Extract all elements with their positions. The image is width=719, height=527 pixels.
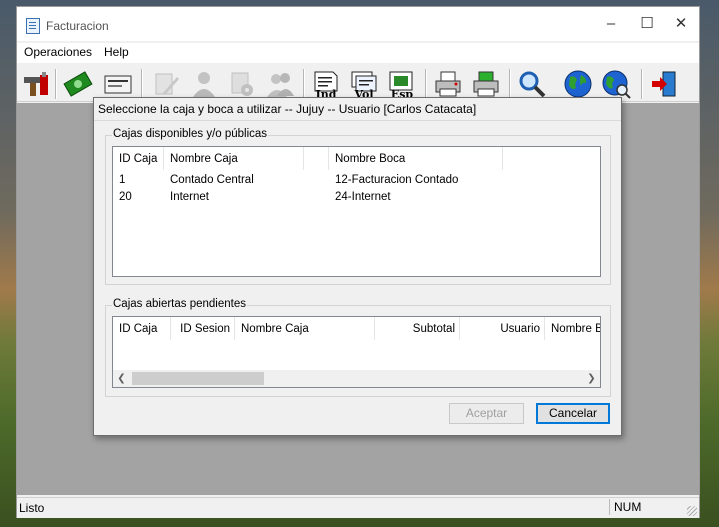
- toolbar-separator: [509, 69, 511, 99]
- scroll-left-icon[interactable]: ❮: [113, 370, 130, 387]
- table-row[interactable]: 1 Contado Central 12-Facturacion Contado: [113, 174, 600, 190]
- dialog-title: Seleccione la caja y boca a utilizar -- …: [98, 102, 477, 116]
- menu-bar: Operaciones Help: [17, 43, 699, 63]
- scroll-right-icon[interactable]: ❯: [583, 370, 600, 387]
- horizontal-scrollbar[interactable]: ❮ ❯: [113, 370, 600, 387]
- user-group-button[interactable]: [265, 69, 295, 99]
- pending-list-header: ID Caja ID Sesion Nombre Caja Subtotal U…: [113, 317, 600, 340]
- toolbar-separator: [641, 69, 643, 99]
- available-list-header: ID Caja Nombre Caja Nombre Boca: [113, 147, 600, 170]
- exit-icon: [652, 71, 676, 97]
- col-usuario[interactable]: Usuario: [460, 317, 545, 340]
- select-cash-dialog: Seleccione la caja y boca a utilizar -- …: [93, 97, 622, 436]
- tools-icon: [24, 72, 48, 96]
- cell-nombre-caja: Contado Central: [170, 174, 254, 186]
- user-button[interactable]: [189, 69, 219, 99]
- resize-grip[interactable]: [687, 506, 697, 516]
- dialog-title-separator: [94, 120, 621, 121]
- printer-icon: [435, 71, 461, 97]
- exit-button[interactable]: [649, 69, 679, 99]
- cell-nombre-boca: 24-Internet: [335, 191, 391, 203]
- globe-search-icon: [602, 70, 631, 99]
- invoice-ind-button[interactable]: Ind: [311, 69, 341, 101]
- print-green-button[interactable]: [471, 69, 501, 99]
- close-button[interactable]: ✕: [663, 13, 699, 37]
- doc-gear-icon: [231, 72, 253, 96]
- print-button[interactable]: [433, 69, 463, 99]
- invoice-vol-button[interactable]: Vol: [349, 69, 379, 101]
- menu-operaciones[interactable]: Operaciones: [24, 45, 92, 59]
- window-title: Facturacion: [46, 19, 109, 33]
- globe-search-button[interactable]: [601, 69, 631, 99]
- col-id-caja[interactable]: ID Caja: [113, 147, 164, 170]
- cell-id-caja: 20: [119, 191, 132, 203]
- globe-button[interactable]: [563, 69, 593, 99]
- toolbar-separator: [425, 69, 427, 99]
- printer-green-icon: [473, 71, 499, 97]
- money-button[interactable]: [63, 69, 93, 99]
- col-nombre-boca[interactable]: Nombre Boca: [329, 147, 503, 170]
- user-icon: [193, 72, 215, 97]
- num-lock-indicator: NUM: [609, 499, 662, 515]
- pending-group-label: Cajas abiertas pendientes: [112, 298, 247, 310]
- card-icon: [104, 75, 132, 94]
- pending-cash-list[interactable]: ID Caja ID Sesion Nombre Caja Subtotal U…: [112, 316, 601, 388]
- available-cash-list[interactable]: ID Caja Nombre Caja Nombre Boca 1 Contad…: [112, 146, 601, 277]
- card-button[interactable]: [103, 69, 133, 99]
- menu-help[interactable]: Help: [104, 45, 129, 59]
- col-subtotal[interactable]: Subtotal: [375, 317, 460, 340]
- app-document-icon: [26, 18, 40, 34]
- col-nombre-caja[interactable]: Nombre Caja: [164, 147, 304, 170]
- toolbar-separator: [303, 69, 305, 99]
- globe-icon: [564, 70, 592, 98]
- available-group-label: Cajas disponibles y/o públicas: [112, 128, 269, 140]
- col-blank-2[interactable]: [503, 147, 600, 170]
- col-blank-1[interactable]: [304, 147, 329, 170]
- maximize-button[interactable]: ☐: [629, 13, 665, 37]
- invoice-esp-button[interactable]: Esp: [387, 69, 417, 101]
- search-button[interactable]: [517, 69, 547, 99]
- doc-edit-button[interactable]: [151, 69, 181, 99]
- accept-button[interactable]: Aceptar: [449, 403, 524, 424]
- status-text: Listo: [19, 501, 45, 515]
- col-nombre-boca[interactable]: Nombre B: [545, 317, 600, 340]
- col-nombre-caja[interactable]: Nombre Caja: [235, 317, 375, 340]
- scroll-thumb[interactable]: [132, 372, 264, 385]
- doc-gear-button[interactable]: [227, 69, 257, 99]
- cancel-button[interactable]: Cancelar: [536, 403, 610, 424]
- table-row[interactable]: 20 Internet 24-Internet: [113, 191, 600, 207]
- title-bar[interactable]: Facturacion – ☐ ✕: [17, 7, 699, 41]
- minimize-button[interactable]: –: [593, 13, 629, 37]
- toolbar-separator: [141, 69, 143, 99]
- col-id-sesion[interactable]: ID Sesion: [171, 317, 235, 340]
- money-icon: [63, 71, 93, 97]
- cell-nombre-boca: 12-Facturacion Contado: [335, 174, 459, 186]
- user-group-icon: [267, 73, 294, 97]
- cell-id-caja: 1: [119, 174, 126, 186]
- doc-edit-icon: [155, 73, 179, 95]
- tools-button[interactable]: [21, 69, 51, 99]
- search-icon: [519, 71, 546, 98]
- status-bar: Listo NUM: [17, 497, 699, 518]
- cell-nombre-caja: Internet: [170, 191, 209, 203]
- toolbar-separator: [55, 69, 57, 99]
- col-id-caja[interactable]: ID Caja: [113, 317, 171, 340]
